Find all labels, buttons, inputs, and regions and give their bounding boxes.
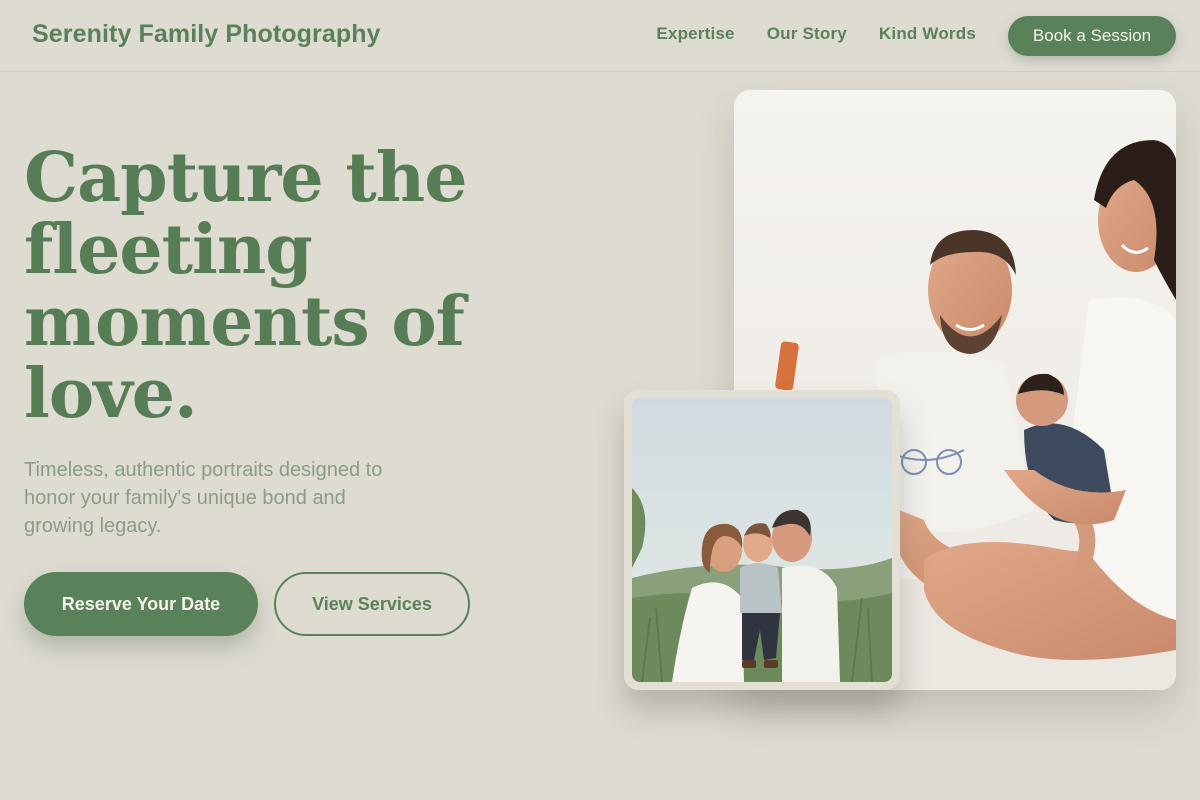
reserve-date-button[interactable]: Reserve Your Date [24,572,258,636]
hero-subtext: Timeless, authentic portraits designed t… [24,456,454,540]
subtext-line: growing legacy. [24,515,162,537]
subtext-line: honor your family's unique bond and [24,487,346,509]
nav-link-our-story[interactable]: Our Story [767,24,847,44]
family-outdoor-illustration [632,398,892,682]
hero-headline: Capture the fleeting moments of love. [24,142,544,430]
view-services-button[interactable]: View Services [274,572,470,636]
book-session-button[interactable]: Book a Session [1008,16,1176,56]
family-outdoor-photo-frame [624,390,900,690]
nav-link-kind-words[interactable]: Kind Words [879,24,976,44]
headline-line: Capture the [24,138,467,218]
nav-link-expertise[interactable]: Expertise [656,24,734,44]
main-nav: Expertise Our Story Kind Words [656,24,976,44]
subtext-line: Timeless, authentic portraits designed t… [24,459,383,481]
family-outdoor-photo [632,398,892,682]
headline-line: fleeting [24,210,313,290]
brand-logo[interactable]: Serenity Family Photography [32,20,381,49]
site-header: Serenity Family Photography Expertise Ou… [0,0,1200,72]
headline-line: moments of [24,282,465,362]
headline-line: love. [24,354,198,434]
